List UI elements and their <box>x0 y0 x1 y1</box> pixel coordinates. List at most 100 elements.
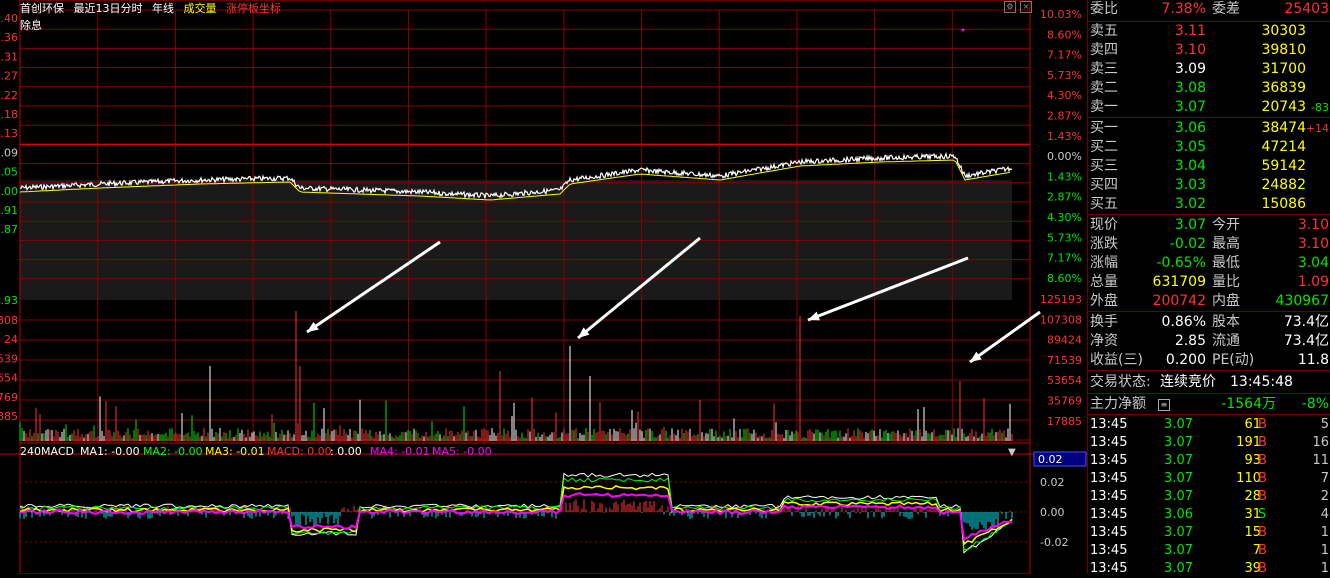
ask-row[interactable]: 卖一 3.07 20743 -83 <box>1088 98 1330 117</box>
ask-volume: 39810 <box>1261 42 1306 58</box>
quote-row: 现价 3.07 今开 3.10 <box>1088 216 1330 235</box>
volume-axis-label: 654 <box>0 372 18 385</box>
chart-area[interactable]: 3.40 3.36 3.31 3.27 3.22 3.18 3.13 3.09 3.05 3.00… <box>0 0 1087 574</box>
bid-row[interactable]: 买一 3.06 38474 +14 <box>1088 119 1330 138</box>
pct-axis-label: 8.60% <box>1047 272 1082 285</box>
price-axis-label: 3.18 <box>0 108 18 121</box>
bid-volume: 47214 <box>1261 139 1306 155</box>
tick-count: 11 <box>1312 453 1329 468</box>
close-icon[interactable]: × <box>1020 1 1032 13</box>
bid-label: 买三 <box>1090 158 1118 174</box>
volume-axis-label: 53654 <box>1047 374 1082 387</box>
pct-axis-label: 10.03% <box>1040 8 1082 21</box>
tick-row[interactable]: 13:45 3.07 191 B 16 <box>1088 434 1330 452</box>
tick-price: 3.07 <box>1164 453 1193 468</box>
netflow-pct: -8% <box>1301 396 1329 412</box>
quote-value: 3.10 <box>1297 236 1329 252</box>
ask-volume: 31700 <box>1261 61 1306 77</box>
tick-price: 3.07 <box>1164 543 1193 558</box>
quote-value: 430967 <box>1275 293 1329 309</box>
stock-name[interactable]: 首创环保 <box>20 2 64 15</box>
price-axis-label: 3.36 <box>0 31 18 44</box>
pct-axis-label: 5.73% <box>1047 231 1082 244</box>
bid-row[interactable]: 买二 3.05 47214 <box>1088 138 1330 157</box>
tick-row[interactable]: 13:45 3.06 31 S 4 <box>1088 506 1330 524</box>
fundamental-label: 收益(三) <box>1090 352 1143 368</box>
tick-time: 13:45 <box>1090 453 1128 468</box>
tick-side: B <box>1258 489 1267 504</box>
volume-axis-label: 125193 <box>1040 293 1082 306</box>
quote-value: -0.65% <box>1156 255 1206 271</box>
volume-axis-label: 35769 <box>1047 395 1082 408</box>
price-axis-label: 2.87 <box>0 223 18 236</box>
bid-price: 3.04 <box>1174 158 1206 174</box>
quote-label: 涨幅 <box>1090 255 1118 271</box>
period-label[interactable]: 最近13日分时 <box>74 2 143 15</box>
netflow-value: -1564万 <box>1221 396 1276 412</box>
tick-row[interactable]: 13:45 3.07 93 B 11 <box>1088 452 1330 470</box>
ask-row[interactable]: 卖三 3.09 31700 <box>1088 60 1330 79</box>
volume-label[interactable]: 成交量 <box>184 2 217 15</box>
intraday-chart[interactable]: 3.40 3.36 3.31 3.27 3.22 3.18 3.13 3.09 3.05 3.00… <box>0 0 1087 574</box>
fundamental-value: 11.8 <box>1297 352 1329 368</box>
pct-axis-label: 7.17% <box>1047 49 1082 62</box>
quote-value: 3.07 <box>1174 217 1206 233</box>
tick-time: 13:45 <box>1090 417 1128 432</box>
ask-volume: 36839 <box>1261 80 1306 96</box>
tick-row[interactable]: 13:45 3.07 61 B 5 <box>1088 416 1330 434</box>
fundamental-value: 0.86% <box>1161 314 1206 330</box>
macd-axis-label: 0.02 <box>1040 476 1065 489</box>
tick-row[interactable]: 13:45 3.07 110 B 7 <box>1088 470 1330 488</box>
quote-value: 3.10 <box>1297 217 1329 233</box>
volume-axis-label: 308 <box>0 314 18 327</box>
ask-label: 卖一 <box>1090 99 1118 115</box>
trade-status-row: 交易状态: 连续竞价 13:45:48 <box>1088 373 1330 392</box>
fundamental-row: 净资 2.85 流通 73.4亿 <box>1088 332 1330 351</box>
ratio-value: 7.38% <box>1161 1 1206 17</box>
ask-price: 3.11 <box>1174 23 1206 39</box>
tick-side: B <box>1258 453 1267 468</box>
bid-change: +14 <box>1305 122 1329 135</box>
settings-icon[interactable]: ⚙ <box>1004 1 1016 13</box>
price-axis-label: 2.91 <box>0 204 18 217</box>
tick-row[interactable]: 13:45 3.07 7 B 1 <box>1088 542 1330 560</box>
macd-header: MA1: -0.00 <box>80 445 140 458</box>
ask-row[interactable]: 卖五 3.11 30303 <box>1088 22 1330 41</box>
tick-count: 4 <box>1320 507 1329 522</box>
bid-row[interactable]: 买三 3.04 59142 <box>1088 157 1330 176</box>
macd-header: 240MACD <box>20 445 74 458</box>
list-icon[interactable]: ≡ <box>1158 399 1170 411</box>
bid-label: 买四 <box>1090 177 1118 193</box>
bid-price: 3.05 <box>1174 139 1206 155</box>
quote-label: 外盘 <box>1090 293 1118 309</box>
bid-row[interactable]: 买四 3.03 24882 <box>1088 176 1330 195</box>
price-axis-label: 3.00 <box>0 185 18 198</box>
tick-side: B <box>1258 525 1267 540</box>
ask-row[interactable]: 卖四 3.10 39810 <box>1088 41 1330 60</box>
price-axis-label: 3.40 <box>0 12 18 25</box>
netflow-row[interactable]: 主力净额 ≡ -1564万 -8% <box>1088 395 1330 414</box>
chart-header: 首创环保 最近13日分时 年线 成交量 涨停板坐标 <box>20 0 287 15</box>
price-axis-label: 3.05 <box>0 166 18 179</box>
limit-label[interactable]: 涨停板坐标 <box>226 2 281 15</box>
ask-price: 3.08 <box>1174 80 1206 96</box>
tick-count: 1 <box>1320 561 1329 576</box>
tick-side: B <box>1258 561 1267 576</box>
quote-label: 今开 <box>1212 217 1240 233</box>
quote-value: 1.09 <box>1297 274 1329 290</box>
pct-axis-label: 0.00% <box>1047 150 1082 163</box>
quote-label: 最高 <box>1212 236 1240 252</box>
line-type-label[interactable]: 年线 <box>152 2 174 15</box>
marker-dot <box>961 28 965 32</box>
tick-row[interactable]: 13:45 3.07 28 B 2 <box>1088 488 1330 506</box>
tick-row[interactable]: 13:45 3.07 15 B 1 <box>1088 524 1330 542</box>
status-time: 13:45:48 <box>1230 374 1293 390</box>
tick-side: S <box>1258 507 1267 522</box>
bid-row[interactable]: 买五 3.02 15086 <box>1088 195 1330 214</box>
fundamental-label: 净资 <box>1090 333 1118 349</box>
tick-count: 16 <box>1312 435 1329 450</box>
ask-row[interactable]: 卖二 3.08 36839 <box>1088 79 1330 98</box>
tick-price: 3.07 <box>1164 525 1193 540</box>
price-axis-label: 3.13 <box>0 127 18 140</box>
tick-row[interactable]: 13:45 3.07 39 B 1 <box>1088 560 1330 578</box>
